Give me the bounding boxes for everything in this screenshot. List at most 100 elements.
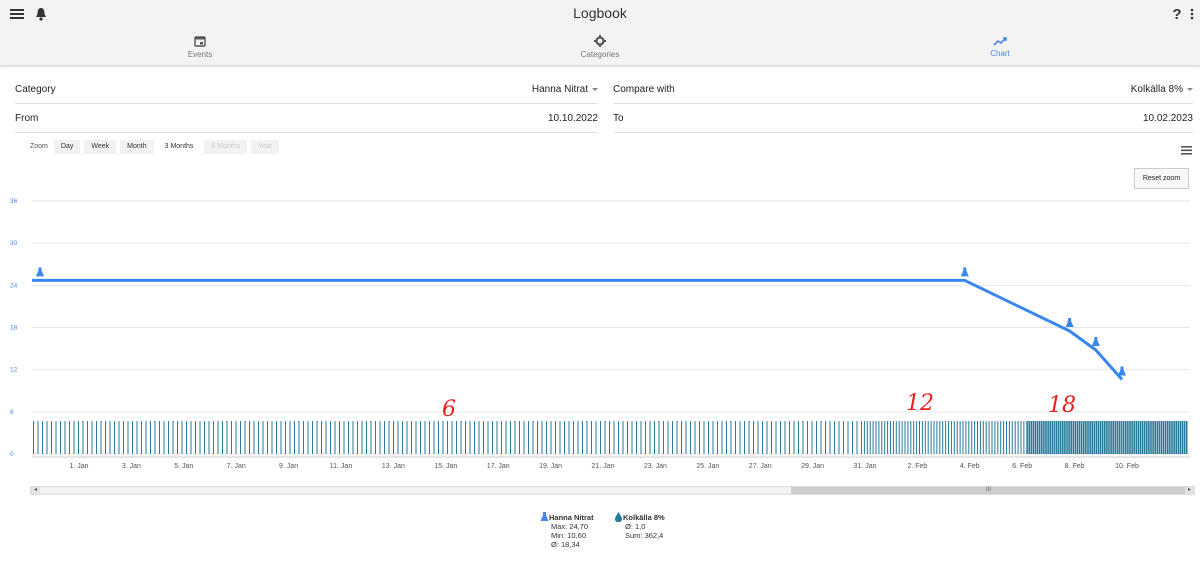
column-bar [721,421,723,454]
column-bar [321,421,322,454]
navigator-scrollbar[interactable]: ◂ III ▸ [30,486,1195,495]
legend-item-kolkalla[interactable]: Kolkälla 8% Ø: 1,0 Sum: 362,4 [614,512,665,540]
column-bar [262,421,264,454]
column-bar [852,421,853,454]
column-bar [91,421,93,454]
x-tick-label: 9. Jan [279,463,298,470]
column-bar [33,421,34,454]
column-bar [1003,421,1005,454]
column-bar [496,421,498,454]
column-bar [898,421,900,454]
column-bar [420,421,421,454]
column-bar [631,421,633,454]
column-bar [510,421,511,454]
column-bar [73,421,75,454]
column-bar [1158,421,1161,454]
column-bar [869,421,871,454]
column-bar [523,421,525,454]
y-tick-label: 18 [10,325,18,332]
column-bar [154,421,156,454]
drop-icon [615,512,622,522]
column-bar [1120,421,1123,454]
column-bar [811,421,813,454]
column-bar [948,421,949,454]
flask-neck [1094,336,1098,340]
column-bar [762,421,763,454]
column-bar [962,421,964,454]
x-tick-label: 10. Feb [1115,463,1139,470]
column-bar [991,421,993,454]
column-bar [393,421,394,454]
column-bar [834,421,835,454]
column-bar [69,421,70,454]
column-bar [519,421,520,454]
column-bar [1026,421,1028,454]
column-bar [388,421,390,454]
flask-marker-icon [1091,336,1100,346]
column-bar [784,421,786,454]
column-bar [303,421,304,454]
column-bar [1062,421,1064,454]
column-bar [1156,421,1159,454]
legend-stat: Sum: 362,4 [625,531,664,540]
scroll-left-arrow-icon[interactable]: ◂ [31,487,40,494]
column-bar [159,421,160,454]
x-tick-label: 4. Feb [960,463,980,470]
column-bar [636,421,637,454]
legend-item-hanna-nitrat[interactable]: Hanna Nitrat Max: 24,70 Min: 10,60 Ø: 18… [540,512,594,549]
column-bar [881,421,883,454]
column-bar [276,421,277,454]
column-bar [451,421,453,454]
column-bar [1148,421,1150,454]
column-bar [861,421,862,454]
column-bar [1057,421,1060,454]
column-bar [298,421,300,454]
column-bar [916,421,918,454]
column-bar [1162,421,1165,454]
column-bar [640,421,642,454]
column-bar [1051,421,1054,454]
x-tick-label: 3. Jan [122,463,141,470]
column-bar [474,421,475,454]
flask-body [960,270,969,277]
column-bar [1146,421,1148,454]
column-bar [208,421,210,454]
scroll-right-arrow-icon[interactable]: ▸ [1185,487,1194,494]
column-bar [132,421,133,454]
column-bar [352,421,354,454]
column-bar [366,421,367,454]
column-bar [109,421,111,454]
column-bar [825,421,826,454]
column-bar [1108,421,1110,454]
column-bar [627,421,628,454]
scroll-thumb[interactable]: III [791,487,1186,494]
column-bar [1181,421,1184,454]
flask-marker-icon [1065,318,1074,328]
column-bar [1055,421,1058,454]
column-bar [604,421,606,454]
column-bar [235,421,237,454]
column-bar [681,421,682,454]
column-bar [483,421,484,454]
column-bar [694,421,696,454]
x-tick-label: 21. Jan [592,463,615,470]
handwritten-annotations: 6 12 18 [442,391,1076,422]
x-tick-label: 23. Jan [644,463,667,470]
column-bar [289,421,291,454]
column-bar [330,421,331,454]
column-bar [307,421,309,454]
column-bar [895,421,897,454]
column-bar [370,421,372,454]
legend-stat: Ø: 18,34 [551,540,580,549]
column-bar [1112,421,1114,454]
column-bar [780,421,781,454]
column-bar [564,421,565,454]
column-bar [816,421,817,454]
column-bar [807,421,808,454]
column-bar [361,421,363,454]
y-tick-label: 0 [10,451,14,458]
column-bar [285,421,286,454]
column-bar [1068,421,1070,454]
column-bar [325,421,327,454]
column-bar [1127,421,1129,454]
